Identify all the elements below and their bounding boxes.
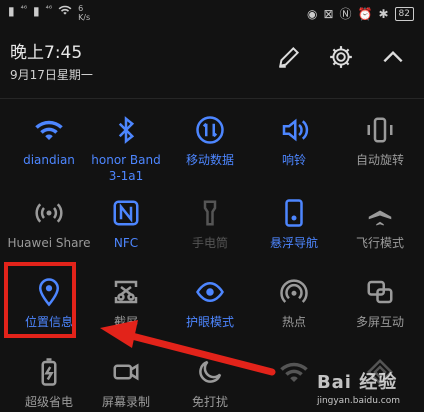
quick-tile-hotspot[interactable]: 热点 [252,272,336,330]
wifi-icon [7,110,91,150]
quick-tile-moon[interactable]: 免打扰 [168,352,252,410]
quick-tile-label: 响铃 [281,153,306,167]
nfc-status-icon: Ⓝ [339,7,352,21]
quick-tile-share[interactable]: Huawei Share [7,193,91,251]
quick-tile-label: 护眼模式 [185,315,234,329]
status-bar: ▮ ⁴⁶ ▮ ⁴⁶ 6 K/s ◉ ⊠ Ⓝ ⏰ ✱ 82 [0,0,424,28]
quick-tile-label: 手电筒 [191,236,228,250]
quick-tile-screen-record[interactable]: 屏幕录制 [84,352,168,410]
floating-nav-icon [252,193,336,233]
quick-tile-speaker[interactable]: 响铃 [252,110,336,168]
net-speed-unit: K/s [78,13,91,22]
clock-time: 晚上7:45 [10,43,83,63]
eye-status-icon: ◉ [306,6,318,21]
mute-icon: ⊠ [323,6,334,21]
date-label: 9月17日星期一 [10,68,93,82]
quick-tile-label: Huawei Share [7,236,91,250]
bluetooth-icon [84,110,168,150]
nfc-icon [84,193,168,233]
signal-icon: ▮ [8,4,15,18]
watermark: Bai 经验 jingyan.baidu.com [317,368,400,406]
quick-tile-label: 截屏 [113,315,138,329]
quick-tile-multi-screen[interactable]: 多屏互动 [338,272,422,330]
share-icon [7,193,91,233]
quick-tile-rotate[interactable]: 自动旋转 [338,110,422,168]
quick-tile-wifi[interactable]: diandian [7,110,91,168]
header-actions [276,44,406,70]
quick-tile-label: 自动旋转 [355,153,404,167]
bluetooth-status-icon: ✱ [378,6,389,21]
watermark-logo: Bai 经验 [316,372,398,393]
quick-tile-label: 免打扰 [191,395,228,409]
quick-tile-label: 屏幕录制 [101,395,150,409]
divider [0,98,424,99]
status-right: ◉ ⊠ Ⓝ ⏰ ✱ 82 [307,5,414,22]
signal-icon: ▮ [33,4,40,18]
battery-saver-icon [7,352,91,392]
quick-tile-mobile-data[interactable]: 移动数据 [168,110,252,168]
multi-screen-icon [338,272,422,312]
speaker-icon [252,110,336,150]
quick-tile-label: 热点 [281,315,306,329]
quick-tile-label: 多屏互动 [355,315,404,329]
signal-label-2: ⁴⁶ [45,4,53,13]
airplane-icon [338,193,422,233]
gear-icon[interactable] [328,44,354,70]
quick-tile-screenshot[interactable]: 截屏 [84,272,168,330]
quick-tile-battery-saver[interactable]: 超级省电 [7,352,91,410]
quick-tile-bluetooth[interactable]: honor Band 3-1a1 [84,110,168,184]
chevron-up-icon[interactable] [380,44,406,70]
moon-icon [168,352,252,392]
quick-tile-label: 超级省电 [24,395,73,409]
eye-icon [168,272,252,312]
rotate-icon [338,110,422,150]
wifi-status-icon [58,5,72,15]
signal-label-1: ⁴⁶ [20,4,28,13]
quick-tile-label: NFC [113,236,139,250]
screen-record-icon [84,352,168,392]
quick-tile-label: 悬浮导航 [269,236,318,250]
highlight-box [4,262,76,338]
battery-icon: 82 [394,6,414,21]
quick-tile-label: 飞行模式 [355,236,404,250]
screenshot-icon [84,272,168,312]
quick-tile-eye[interactable]: 护眼模式 [168,272,252,330]
alarm-icon: ⏰ [357,6,373,21]
watermark-url: jingyan.baidu.com [316,396,400,406]
quick-tile-nfc[interactable]: NFC [84,193,168,251]
flashlight-icon [168,193,252,233]
quick-tile-floating-nav[interactable]: 悬浮导航 [252,193,336,251]
mobile-data-icon [168,110,252,150]
quick-tile-airplane[interactable]: 飞行模式 [338,193,422,251]
quick-tile-label: 移动数据 [185,153,234,167]
hotspot-icon [252,272,336,312]
net-speed-value: 6 [78,4,84,13]
status-left: ▮ ⁴⁶ ▮ ⁴⁶ 6 K/s [8,4,90,22]
edit-icon[interactable] [276,44,302,70]
quick-tile-label: honor Band 3-1a1 [91,153,161,183]
quick-tile-flashlight[interactable]: 手电筒 [168,193,252,251]
quick-tile-label: diandian [23,153,75,167]
